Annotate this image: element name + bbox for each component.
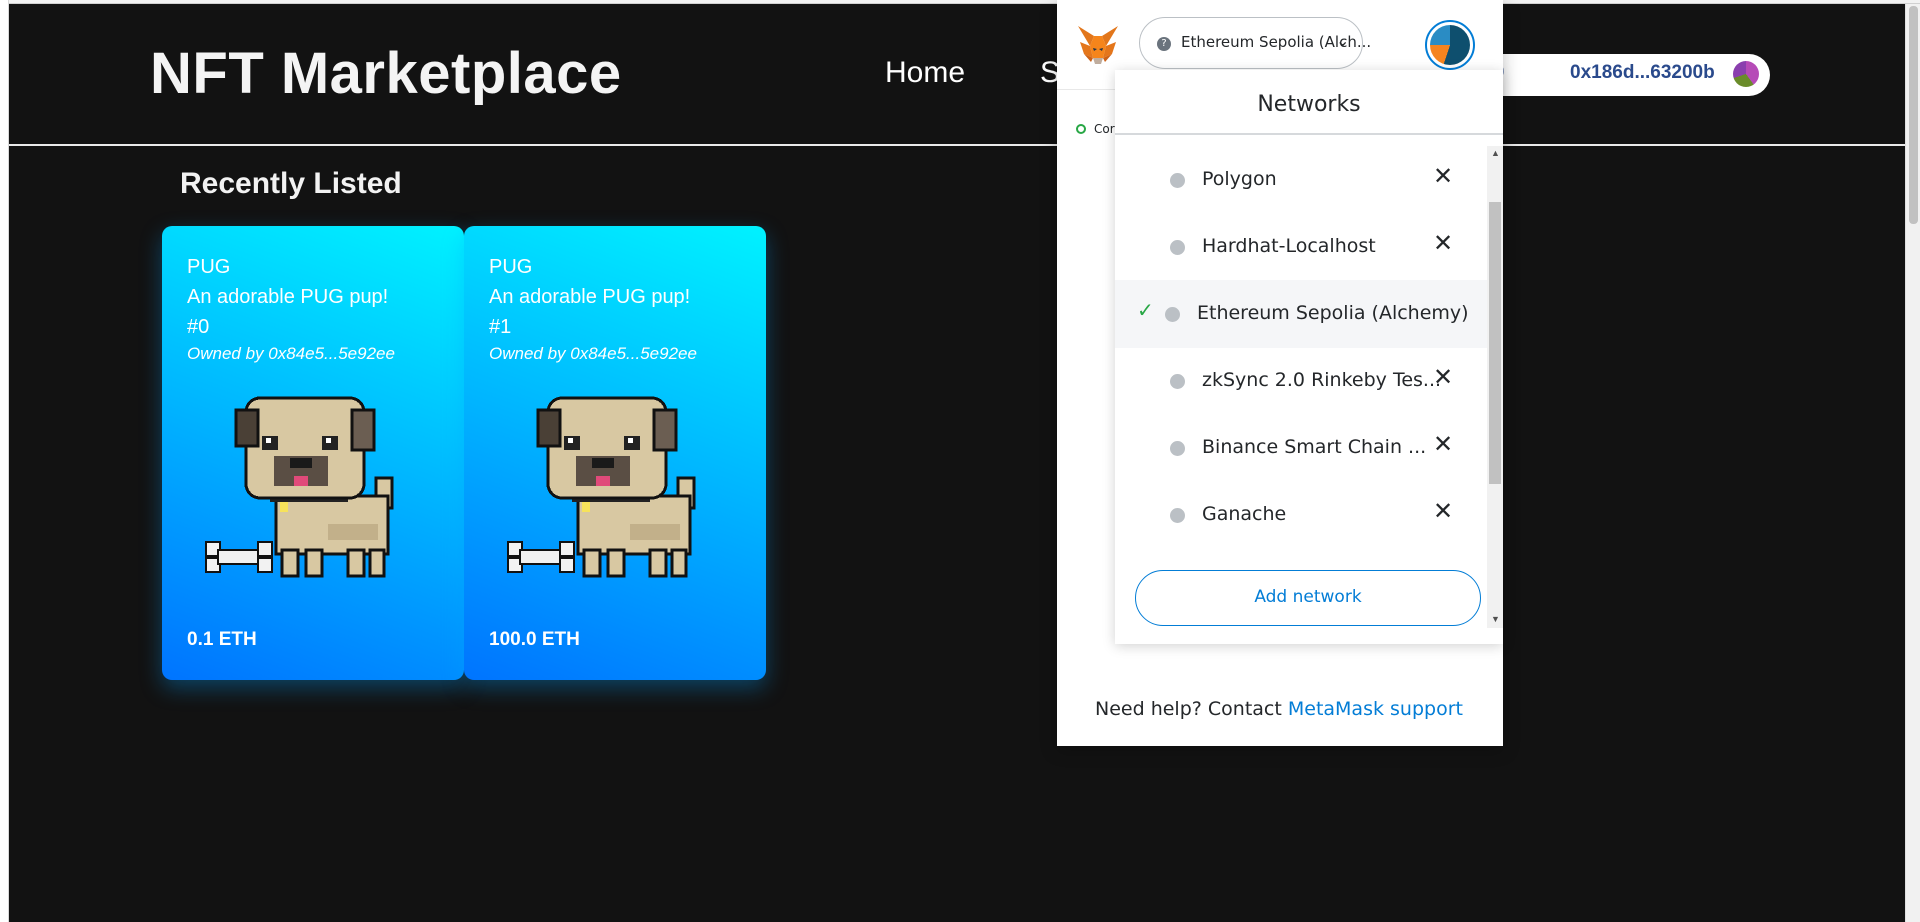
help-text-prefix: Need help? Contact	[1095, 698, 1288, 720]
network-name: Ethereum Sepolia (Alchemy)	[1197, 302, 1469, 324]
jazzicon-icon	[1430, 25, 1470, 65]
nav-home-link[interactable]: Home	[885, 56, 965, 90]
close-icon[interactable]: ✕	[1433, 164, 1453, 188]
add-network-button[interactable]: Add network	[1135, 570, 1481, 626]
networks-dropdown: Networks Polygon ✕ Hardhat-Localhost ✕ ✓ Ethe…	[1115, 70, 1503, 644]
pug-nft-image[interactable]	[200, 392, 426, 612]
network-name: Hardhat-Localhost	[1202, 235, 1376, 257]
metamask-fox-icon	[1078, 26, 1118, 64]
nft-owner: Owned by 0x84e5...5e92ee	[489, 344, 697, 363]
account-avatar-button[interactable]	[1425, 20, 1475, 70]
scroll-up-icon[interactable]: ▲	[1491, 148, 1500, 158]
nft-description: An adorable PUG pup!	[187, 286, 389, 308]
nft-name: PUG	[187, 256, 231, 278]
nft-name: PUG	[489, 256, 533, 278]
nft-token-id: #1	[489, 316, 512, 338]
network-name: Polygon	[1202, 168, 1277, 190]
connected-status[interactable]: Cor	[1094, 122, 1115, 136]
metamask-support-link[interactable]: MetaMask support	[1288, 698, 1463, 720]
close-icon[interactable]: ✕	[1433, 432, 1453, 456]
nft-price: 100.0 ETH	[489, 629, 580, 650]
network-status-dot-icon	[1170, 441, 1185, 456]
network-item[interactable]: Polygon ✕	[1115, 146, 1487, 214]
account-address[interactable]: 0x186d...63200b	[1570, 62, 1715, 84]
connected-status-icon	[1076, 124, 1086, 134]
network-item[interactable]: ✓ Ethereum Sepolia (Alchemy)	[1115, 280, 1487, 348]
close-icon[interactable]: ✕	[1433, 499, 1453, 523]
chevron-down-icon: ⌄	[1336, 31, 1350, 50]
network-name: Ganache	[1202, 503, 1287, 525]
network-item[interactable]: zkSync 2.0 Rinkeby Tes... ✕	[1115, 347, 1487, 415]
section-title: Recently Listed	[180, 167, 402, 200]
browser-frame-top	[0, 0, 1920, 4]
nft-card[interactable]: PUG An adorable PUG pup! #1 Owned by 0x8…	[464, 226, 766, 680]
networks-divider	[1115, 133, 1503, 135]
header-divider	[9, 144, 1905, 146]
network-unknown-icon: ?	[1157, 37, 1171, 51]
network-status-dot-icon	[1170, 508, 1185, 523]
help-text: Need help? Contact MetaMask support	[1095, 698, 1463, 720]
network-status-dot-icon	[1165, 307, 1180, 322]
page-scrollbar[interactable]	[1905, 4, 1920, 922]
close-icon[interactable]: ✕	[1433, 365, 1453, 389]
page-scrollbar-thumb[interactable]	[1909, 6, 1918, 224]
pug-nft-image[interactable]	[502, 392, 728, 612]
nft-token-id: #0	[187, 316, 210, 338]
scroll-down-icon[interactable]: ▼	[1491, 614, 1500, 624]
network-item[interactable]: Ganache ✕	[1115, 481, 1487, 549]
network-item[interactable]: Hardhat-Localhost ✕	[1115, 213, 1487, 281]
nft-owner: Owned by 0x84e5...5e92ee	[187, 344, 395, 363]
network-name: zkSync 2.0 Rinkeby Tes...	[1202, 369, 1442, 391]
browser-frame-left	[0, 0, 9, 922]
nft-description: An adorable PUG pup!	[489, 286, 691, 308]
network-status-dot-icon	[1170, 374, 1185, 389]
network-status-dot-icon	[1170, 240, 1185, 255]
network-name: Binance Smart Chain ...	[1202, 436, 1427, 458]
nft-card[interactable]: PUG An adorable PUG pup! #0 Owned by 0x8…	[162, 226, 464, 680]
network-item[interactable]: Binance Smart Chain ... ✕	[1115, 414, 1487, 482]
account-avatar-icon	[1733, 61, 1759, 87]
networks-scrollbar[interactable]: ▲ ▼	[1487, 146, 1503, 628]
network-status-dot-icon	[1170, 173, 1185, 188]
networks-scrollbar-thumb[interactable]	[1489, 202, 1501, 484]
close-icon[interactable]: ✕	[1433, 231, 1453, 255]
networks-title: Networks	[1257, 92, 1361, 117]
network-selector-button[interactable]: ? Ethereum Sepolia (Alch... ⌄	[1139, 17, 1371, 69]
site-title: NFT Marketplace	[150, 41, 622, 106]
check-icon: ✓	[1137, 298, 1154, 322]
networks-list: Polygon ✕ Hardhat-Localhost ✕ ✓ Ethereum Sepo…	[1115, 146, 1487, 624]
nft-price: 0.1 ETH	[187, 629, 257, 650]
